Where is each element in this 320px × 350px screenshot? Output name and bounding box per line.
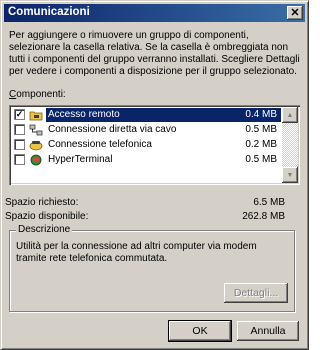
cable-connection-icon xyxy=(29,124,43,135)
components-label-rest: omponenti: xyxy=(16,89,66,100)
space-required-row: Spazio richiesto: 6.5 MB xyxy=(5,197,285,208)
component-name: Accesso remoto xyxy=(46,107,225,122)
arrow-down-icon: ▼ xyxy=(286,171,294,179)
component-item-hyperterminal[interactable]: HyperTerminal 0.5 MB xyxy=(11,152,281,167)
list-scrollbar[interactable]: ▲ ▼ xyxy=(282,107,298,183)
phone-dialer-icon xyxy=(29,140,43,150)
component-checkbox[interactable] xyxy=(14,124,25,135)
space-available-row: Spazio disponibile: 262.8 MB xyxy=(5,211,285,222)
ok-button[interactable]: OK xyxy=(168,320,232,342)
components-label: Componenti: xyxy=(9,89,66,100)
component-checkbox[interactable]: ✓ xyxy=(14,109,25,120)
arrow-up-icon: ▲ xyxy=(286,111,294,119)
title-bar[interactable]: Comunicazioni ✕ xyxy=(4,4,305,22)
details-button[interactable]: Dettagli... xyxy=(224,283,288,303)
component-size: 0.5 MB xyxy=(245,153,277,165)
space-required-value: 6.5 MB xyxy=(253,197,285,208)
space-available-value: 262.8 MB xyxy=(242,211,285,222)
folder-phone-icon xyxy=(29,111,43,120)
scroll-up-button[interactable]: ▲ xyxy=(282,107,298,123)
description-group: Descrizione Utilità per la connessione a… xyxy=(9,224,295,312)
space-available-label: Spazio disponibile: xyxy=(5,211,89,222)
component-size: 0.2 MB xyxy=(245,138,277,150)
component-name: Connessione diretta via cavo xyxy=(48,123,177,135)
component-checkbox[interactable] xyxy=(14,154,25,165)
description-text: Utilità per la connessione ad altri comp… xyxy=(16,241,257,264)
description-legend: Descrizione xyxy=(16,224,73,235)
dialog-window: Comunicazioni ✕ Per aggiungere o rimuove… xyxy=(0,0,309,350)
component-item-connessione-telefonica[interactable]: Connessione telefonica 0.2 MB xyxy=(11,137,281,152)
close-icon: ✕ xyxy=(290,6,300,19)
space-required-label: Spazio richiesto: xyxy=(5,197,79,208)
component-item-accesso-remoto[interactable]: ✓ Accesso remoto 0.4 MB xyxy=(11,107,281,122)
hyperterminal-icon xyxy=(30,154,42,165)
component-name: HyperTerminal xyxy=(48,153,113,165)
component-item-connessione-diretta[interactable]: Connessione diretta via cavo 0.5 MB xyxy=(11,122,281,137)
close-button[interactable]: ✕ xyxy=(287,6,303,20)
cancel-button[interactable]: Annulla xyxy=(237,321,299,341)
scroll-down-button[interactable]: ▼ xyxy=(282,167,298,183)
component-size: 0.5 MB xyxy=(245,123,277,135)
intro-text: Per aggiungere o rimuovere un gruppo di … xyxy=(9,30,300,77)
component-size: 0.4 MB xyxy=(225,107,281,122)
component-name: Connessione telefonica xyxy=(48,138,152,150)
components-list[interactable]: ✓ Accesso remoto 0.4 MB Connessione dire… xyxy=(9,105,300,185)
component-checkbox[interactable] xyxy=(14,139,25,150)
window-title: Comunicazioni xyxy=(8,6,90,18)
